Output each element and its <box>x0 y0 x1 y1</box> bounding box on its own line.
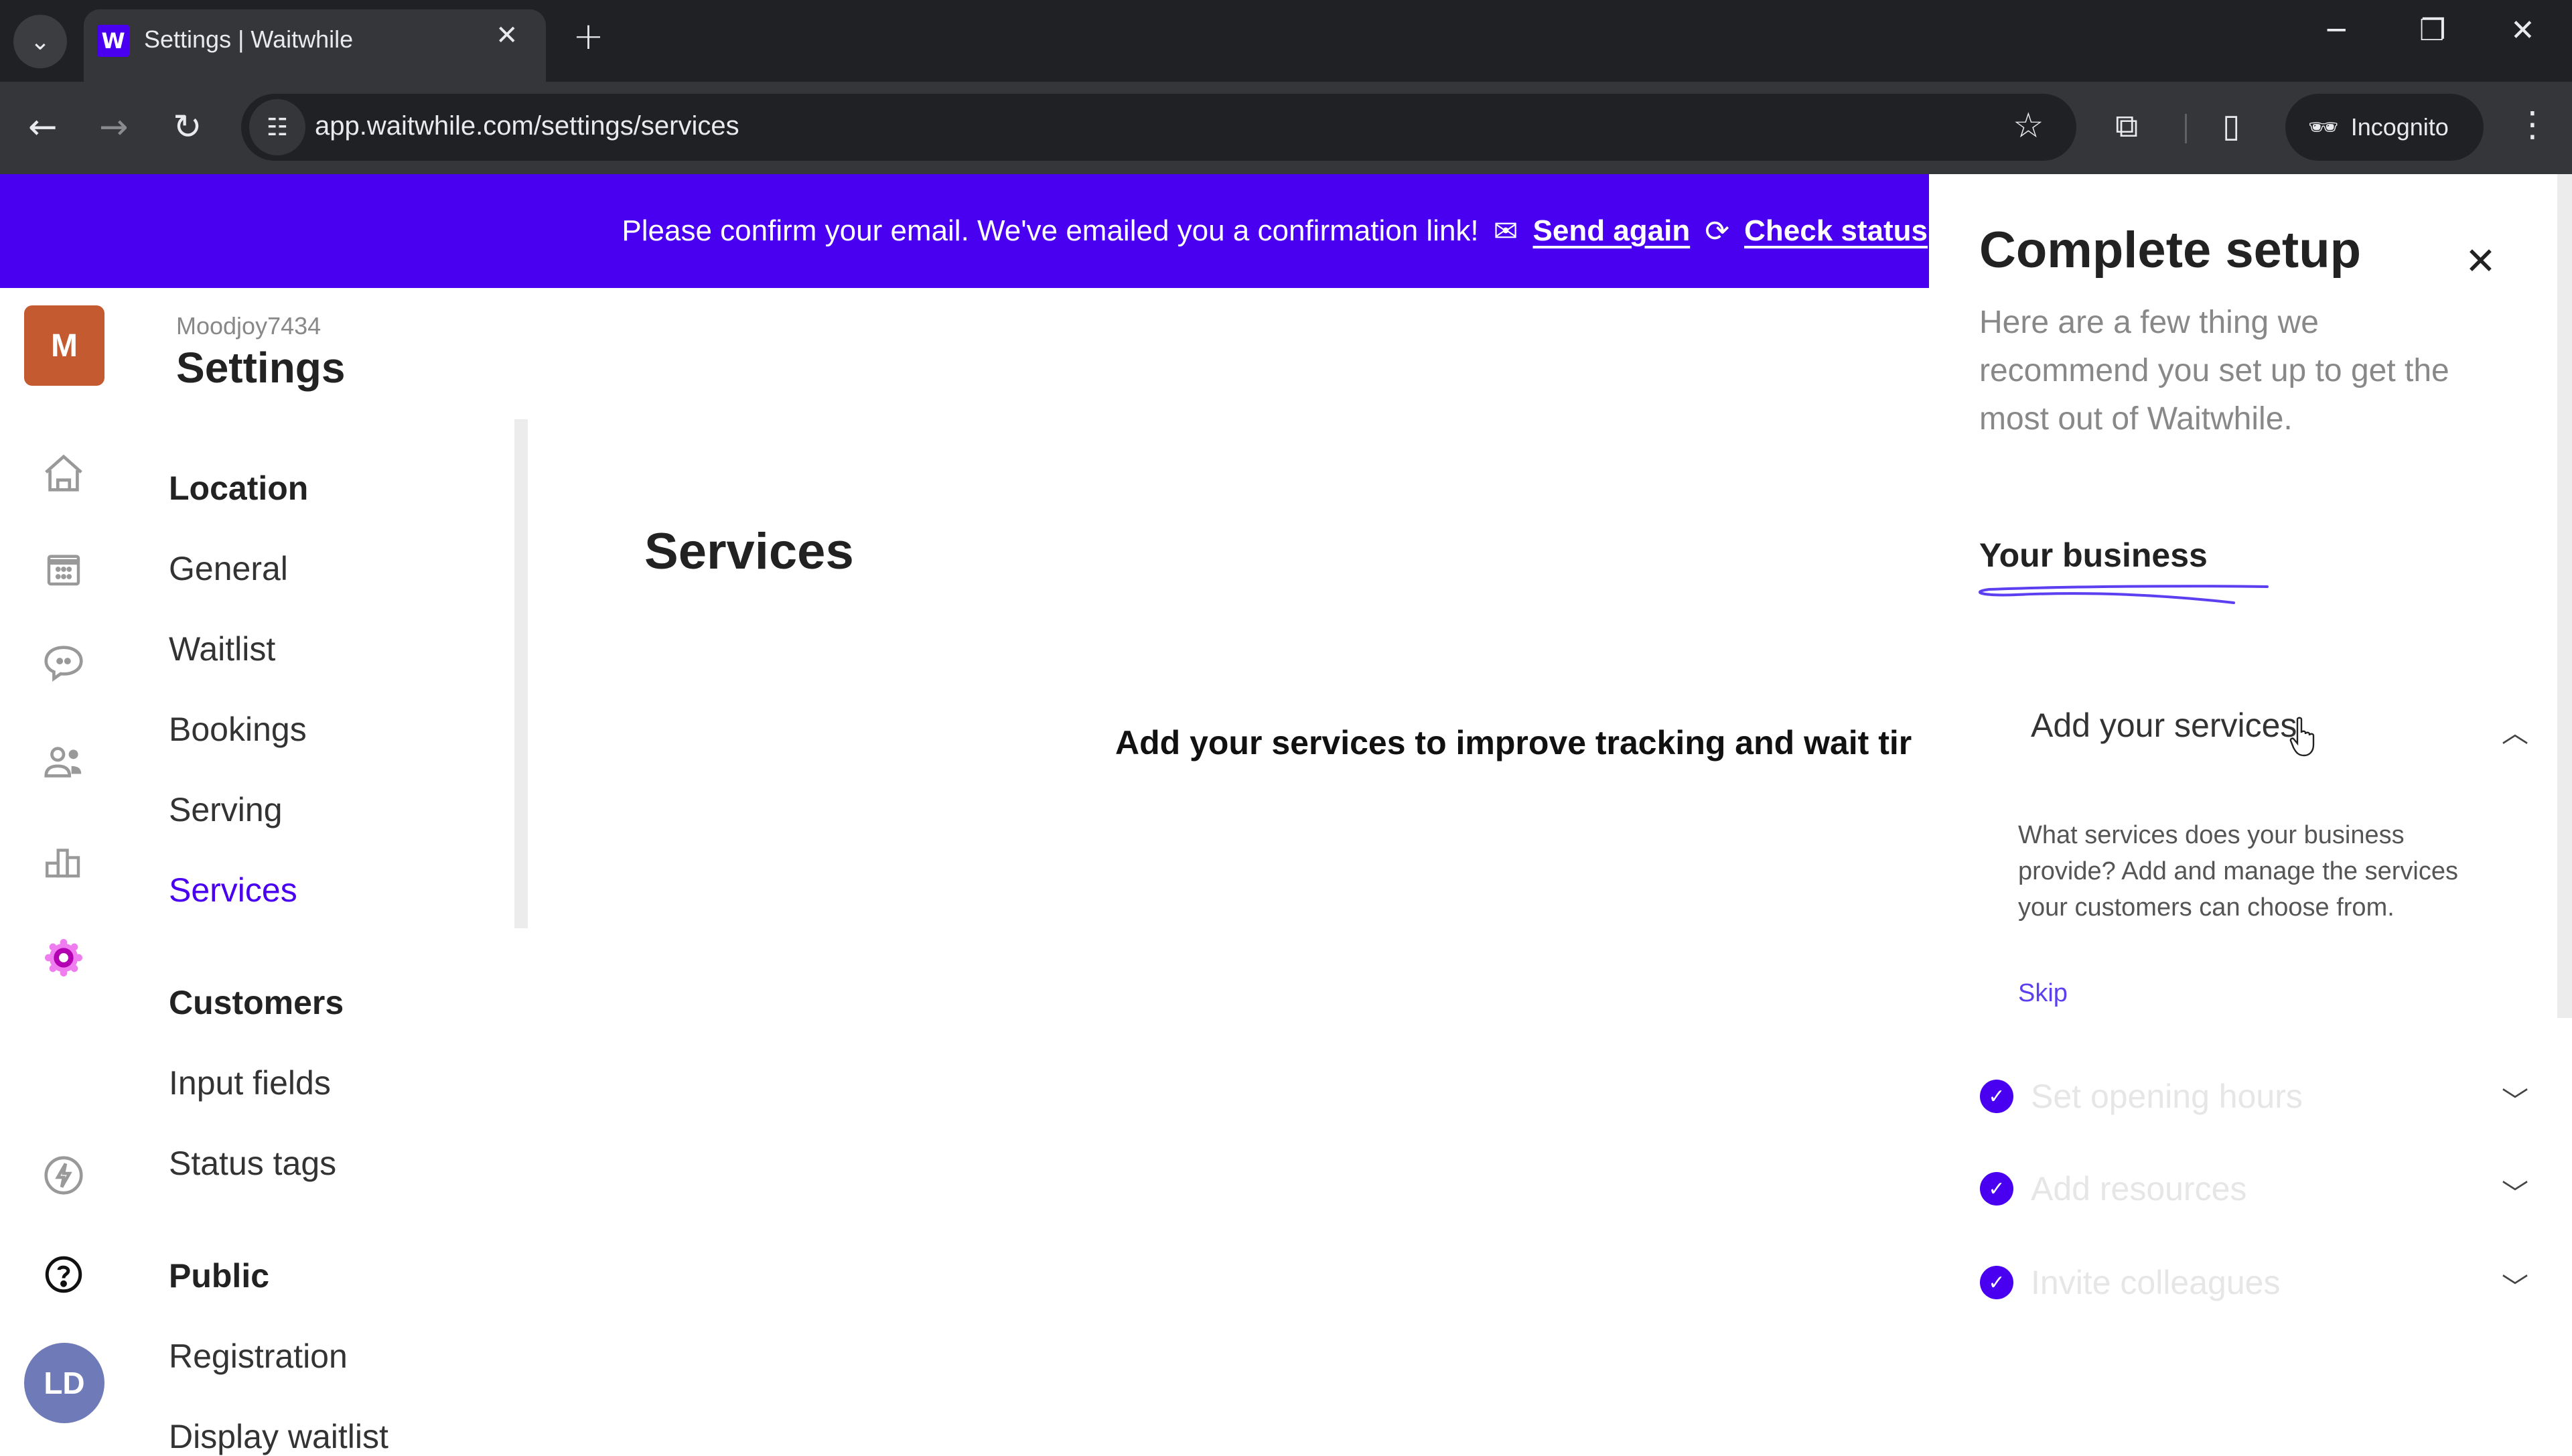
tune-icon: ☷ <box>266 113 289 141</box>
help-icon[interactable] <box>37 1248 90 1301</box>
incognito-icon: 🕶 <box>2308 113 2339 141</box>
close-icon: ✕ <box>2465 240 2496 283</box>
star-icon: ☆ <box>2013 106 2044 146</box>
email-confirmation-banner: Please confirm your email. We've emailed… <box>0 174 1929 288</box>
nav-item-registration[interactable]: Registration <box>169 1337 348 1376</box>
site-info-button[interactable]: ☷ <box>249 99 305 155</box>
new-tab-button[interactable]: + <box>573 15 604 58</box>
toolbar-divider <box>2185 114 2187 143</box>
nav-item-input-fields[interactable]: Input fields <box>169 1064 331 1102</box>
arrow-right-icon: → <box>99 107 129 147</box>
mail-icon: ✉ <box>1493 214 1518 248</box>
panel-scrollbar[interactable] <box>2557 174 2572 1018</box>
nav-item-general[interactable]: General <box>169 549 288 588</box>
arrow-left-icon: ← <box>28 107 58 147</box>
chat-icon[interactable] <box>37 636 90 690</box>
forward-button[interactable]: → <box>99 107 129 147</box>
check-status-link[interactable]: Check status <box>1744 214 1928 248</box>
nav-item-waitlist[interactable]: Waitlist <box>169 630 275 668</box>
puzzle-icon: ⧉ <box>2115 107 2139 145</box>
step-add-resources[interactable]: Add resources <box>2031 1169 2246 1208</box>
restore-icon: ❐ <box>2419 13 2446 48</box>
empty-state-message: Add your services to improve tracking an… <box>1115 724 1912 761</box>
settings-gear-icon[interactable] <box>37 931 90 985</box>
nav-item-services[interactable]: Services <box>169 871 297 909</box>
org-name: Moodjoy7434 <box>176 312 322 340</box>
nav-item-serving[interactable]: Serving <box>169 790 283 829</box>
back-button[interactable]: ← <box>28 107 58 147</box>
tab-title: Settings | Waitwhile <box>144 25 354 53</box>
org-avatar[interactable]: M <box>24 305 104 386</box>
close-icon: ✕ <box>496 20 518 51</box>
skip-link[interactable]: Skip <box>2018 979 2068 1008</box>
check-circle-icon: ✓ <box>1980 1266 2013 1299</box>
check-circle-icon: ✓ <box>1980 1080 2013 1113</box>
extensions-button[interactable]: ⧉ <box>2115 107 2138 145</box>
close-tab-button[interactable]: ✕ <box>496 20 518 51</box>
setup-panel-title: Complete setup <box>1979 222 2362 279</box>
browser-menu-button[interactable]: ⋮ <box>2515 104 2550 145</box>
chevron-up-icon[interactable]: ︿ <box>2502 711 2528 750</box>
url-text[interactable]: app.waitwhile.com/settings/services <box>315 111 739 141</box>
incognito-label: Incognito <box>2350 113 2449 141</box>
minimize-button[interactable]: ─ <box>2328 13 2346 48</box>
side-panel-button[interactable]: ▯ <box>2222 107 2240 145</box>
close-icon: ✕ <box>2510 13 2535 48</box>
nav-item-display-waitlist[interactable]: Display waitlist <box>169 1417 388 1456</box>
chevron-down-icon: ⌄ <box>29 27 51 56</box>
waitwhile-favicon-icon: W <box>97 25 129 57</box>
banner-message: Please confirm your email. We've emailed… <box>622 214 1479 247</box>
chevron-down-icon[interactable]: ﹀ <box>2502 1080 2528 1118</box>
minimize-icon: ─ <box>2328 13 2346 48</box>
section-heading-your-business: Your business <box>1979 536 2208 574</box>
check-circle-icon: ✓ <box>1980 1172 2013 1206</box>
chevron-down-icon[interactable]: ﹀ <box>2502 1266 2528 1305</box>
setup-panel-description: Here are a few thing we recommend you se… <box>1979 305 2449 437</box>
nav-heading-location[interactable]: Location <box>169 469 308 508</box>
nav-heading-public[interactable]: Public <box>169 1256 269 1295</box>
kebab-menu-icon: ⋮ <box>2515 104 2550 145</box>
section-underline-decoration <box>1979 585 2269 604</box>
restore-button[interactable]: ❐ <box>2419 13 2445 48</box>
home-icon[interactable] <box>37 447 90 501</box>
lightning-icon[interactable] <box>37 1149 90 1202</box>
reload-icon: ↻ <box>173 107 202 147</box>
side-panel-icon: ▯ <box>2222 107 2240 145</box>
nav-item-status-tags[interactable]: Status tags <box>169 1144 336 1183</box>
bookmark-button[interactable]: ☆ <box>2013 106 2044 146</box>
tab-search-button[interactable]: ⌄ <box>13 15 67 68</box>
user-avatar[interactable]: LD <box>24 1343 104 1423</box>
settings-title: Settings <box>176 344 346 392</box>
close-panel-button[interactable]: ✕ <box>2465 240 2496 283</box>
step-set-opening-hours[interactable]: Set opening hours <box>2031 1077 2303 1116</box>
chevron-down-icon[interactable]: ﹀ <box>2502 1172 2528 1211</box>
calendar-icon[interactable] <box>37 542 90 596</box>
step-description: What services does your business provide… <box>2018 821 2458 922</box>
plus-icon: + <box>573 15 604 58</box>
refresh-icon: ⟳ <box>1705 214 1730 248</box>
customers-icon[interactable] <box>37 735 90 789</box>
nav-heading-customers[interactable]: Customers <box>169 983 344 1022</box>
hand-pointer-cursor-icon <box>2289 717 2315 757</box>
nav-scrollbar[interactable] <box>514 419 528 928</box>
step-add-your-services[interactable]: Add your services <box>2031 706 2297 745</box>
close-window-button[interactable]: ✕ <box>2510 13 2535 48</box>
page-title: Services <box>644 523 854 580</box>
incognito-indicator[interactable]: 🕶 Incognito <box>2285 94 2484 161</box>
send-again-link[interactable]: Send again <box>1533 214 1691 248</box>
step-invite-colleagues[interactable]: Invite colleagues <box>2031 1263 2280 1302</box>
nav-item-bookings[interactable]: Bookings <box>169 710 307 749</box>
analytics-icon[interactable] <box>37 834 90 888</box>
reload-button[interactable]: ↻ <box>173 107 202 147</box>
